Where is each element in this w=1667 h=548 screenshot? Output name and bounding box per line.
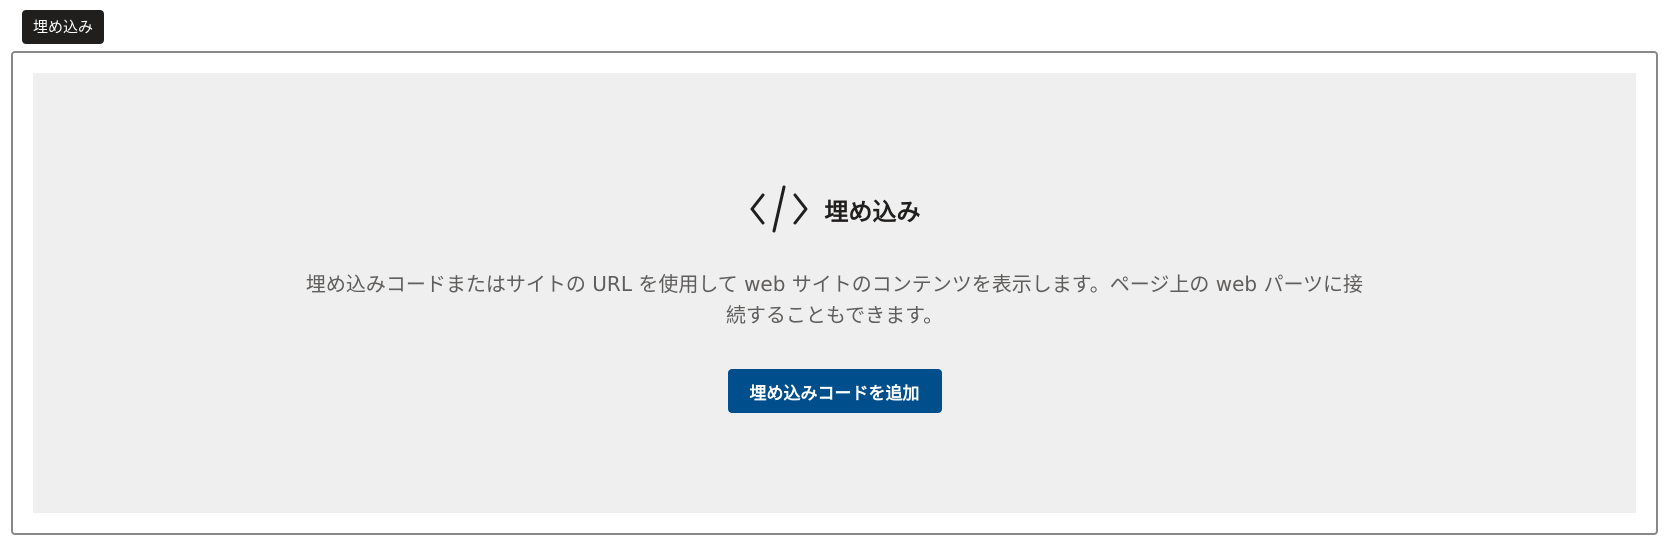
add-embed-code-button[interactable]: 埋め込みコードを追加 — [727, 369, 942, 413]
placeholder-heading: 埋め込み — [33, 183, 1636, 235]
embed-webpart-frame[interactable]: 埋め込み 埋め込みコードまたはサイトの URL を使用して web サイトのコン… — [11, 51, 1658, 535]
placeholder-description: 埋め込みコードまたはサイトの URL を使用して web サイトのコンテンツを表… — [305, 272, 1364, 327]
code-icon — [750, 185, 807, 233]
webpart-type-tag: 埋め込み — [22, 10, 105, 44]
placeholder-title: 埋め込み — [824, 197, 921, 226]
embed-placeholder: 埋め込み 埋め込みコードまたはサイトの URL を使用して web サイトのコン… — [33, 73, 1636, 513]
